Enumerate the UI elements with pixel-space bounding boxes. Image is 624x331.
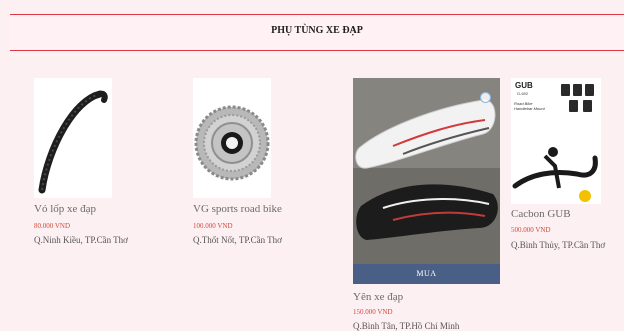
bike-saddle-icon [353,78,500,264]
product-image-handlebar[interactable]: GUB G-692 Road Bike Handlebar Mount [511,78,601,204]
product-location: Q.Bình Tân, TP.Hồ Chí Minh [353,321,460,331]
product-image-tire[interactable] [34,78,112,198]
product-card-tire[interactable]: Vỏ lốp xe đạp 80.000 VND Q.Ninh Kiều, TP… [34,78,154,248]
zoom-icon[interactable] [480,92,491,103]
product-card-handlebar[interactable]: GUB G-692 Road Bike Handlebar Mount Cacb… [511,78,624,253]
product-location: Q.Thốt Nốt, TP.Cần Thơ [193,235,282,245]
product-price: 500.000 VND [511,226,551,234]
product-location: Q.Ninh Kiều, TP.Cần Thơ [34,235,128,245]
product-image-cassette[interactable] [193,78,271,198]
product-name[interactable]: Yên xe đạp [353,291,403,303]
brand-logo: GUB [515,81,533,90]
product-card-saddle[interactable]: MUA Yên xe đạp 150.000 VND Q.Bình Tân, T… [353,78,503,331]
svg-text:Handlebar Mount: Handlebar Mount [514,106,546,111]
product-image-saddle[interactable] [353,78,500,264]
product-name[interactable]: Vỏ lốp xe đạp [34,203,96,215]
product-price: 100.000 VND [193,222,233,230]
product-name[interactable]: VG sports road bike [193,203,282,215]
product-price: 80.000 VND [34,222,71,230]
product-price: 150.000 VND [353,308,393,316]
product-name[interactable]: Cacbon GUB [511,208,571,220]
bicycle-tire-icon [38,90,108,194]
cassette-sprocket-icon [194,105,270,181]
section-title: PHỤ TÙNG XE ĐẠP [271,25,363,36]
section-header: PHỤ TÙNG XE ĐẠP [10,14,624,51]
product-card-cassette[interactable]: VG sports road bike 100.000 VND Q.Thốt N… [193,78,313,248]
product-location: Q.Bình Thủy, TP.Cần Thơ [511,240,606,250]
carbon-handlebar-icon: GUB G-692 Road Bike Handlebar Mount [512,81,598,202]
buy-button[interactable]: MUA [353,264,500,284]
model-label: G-692 [517,91,529,96]
